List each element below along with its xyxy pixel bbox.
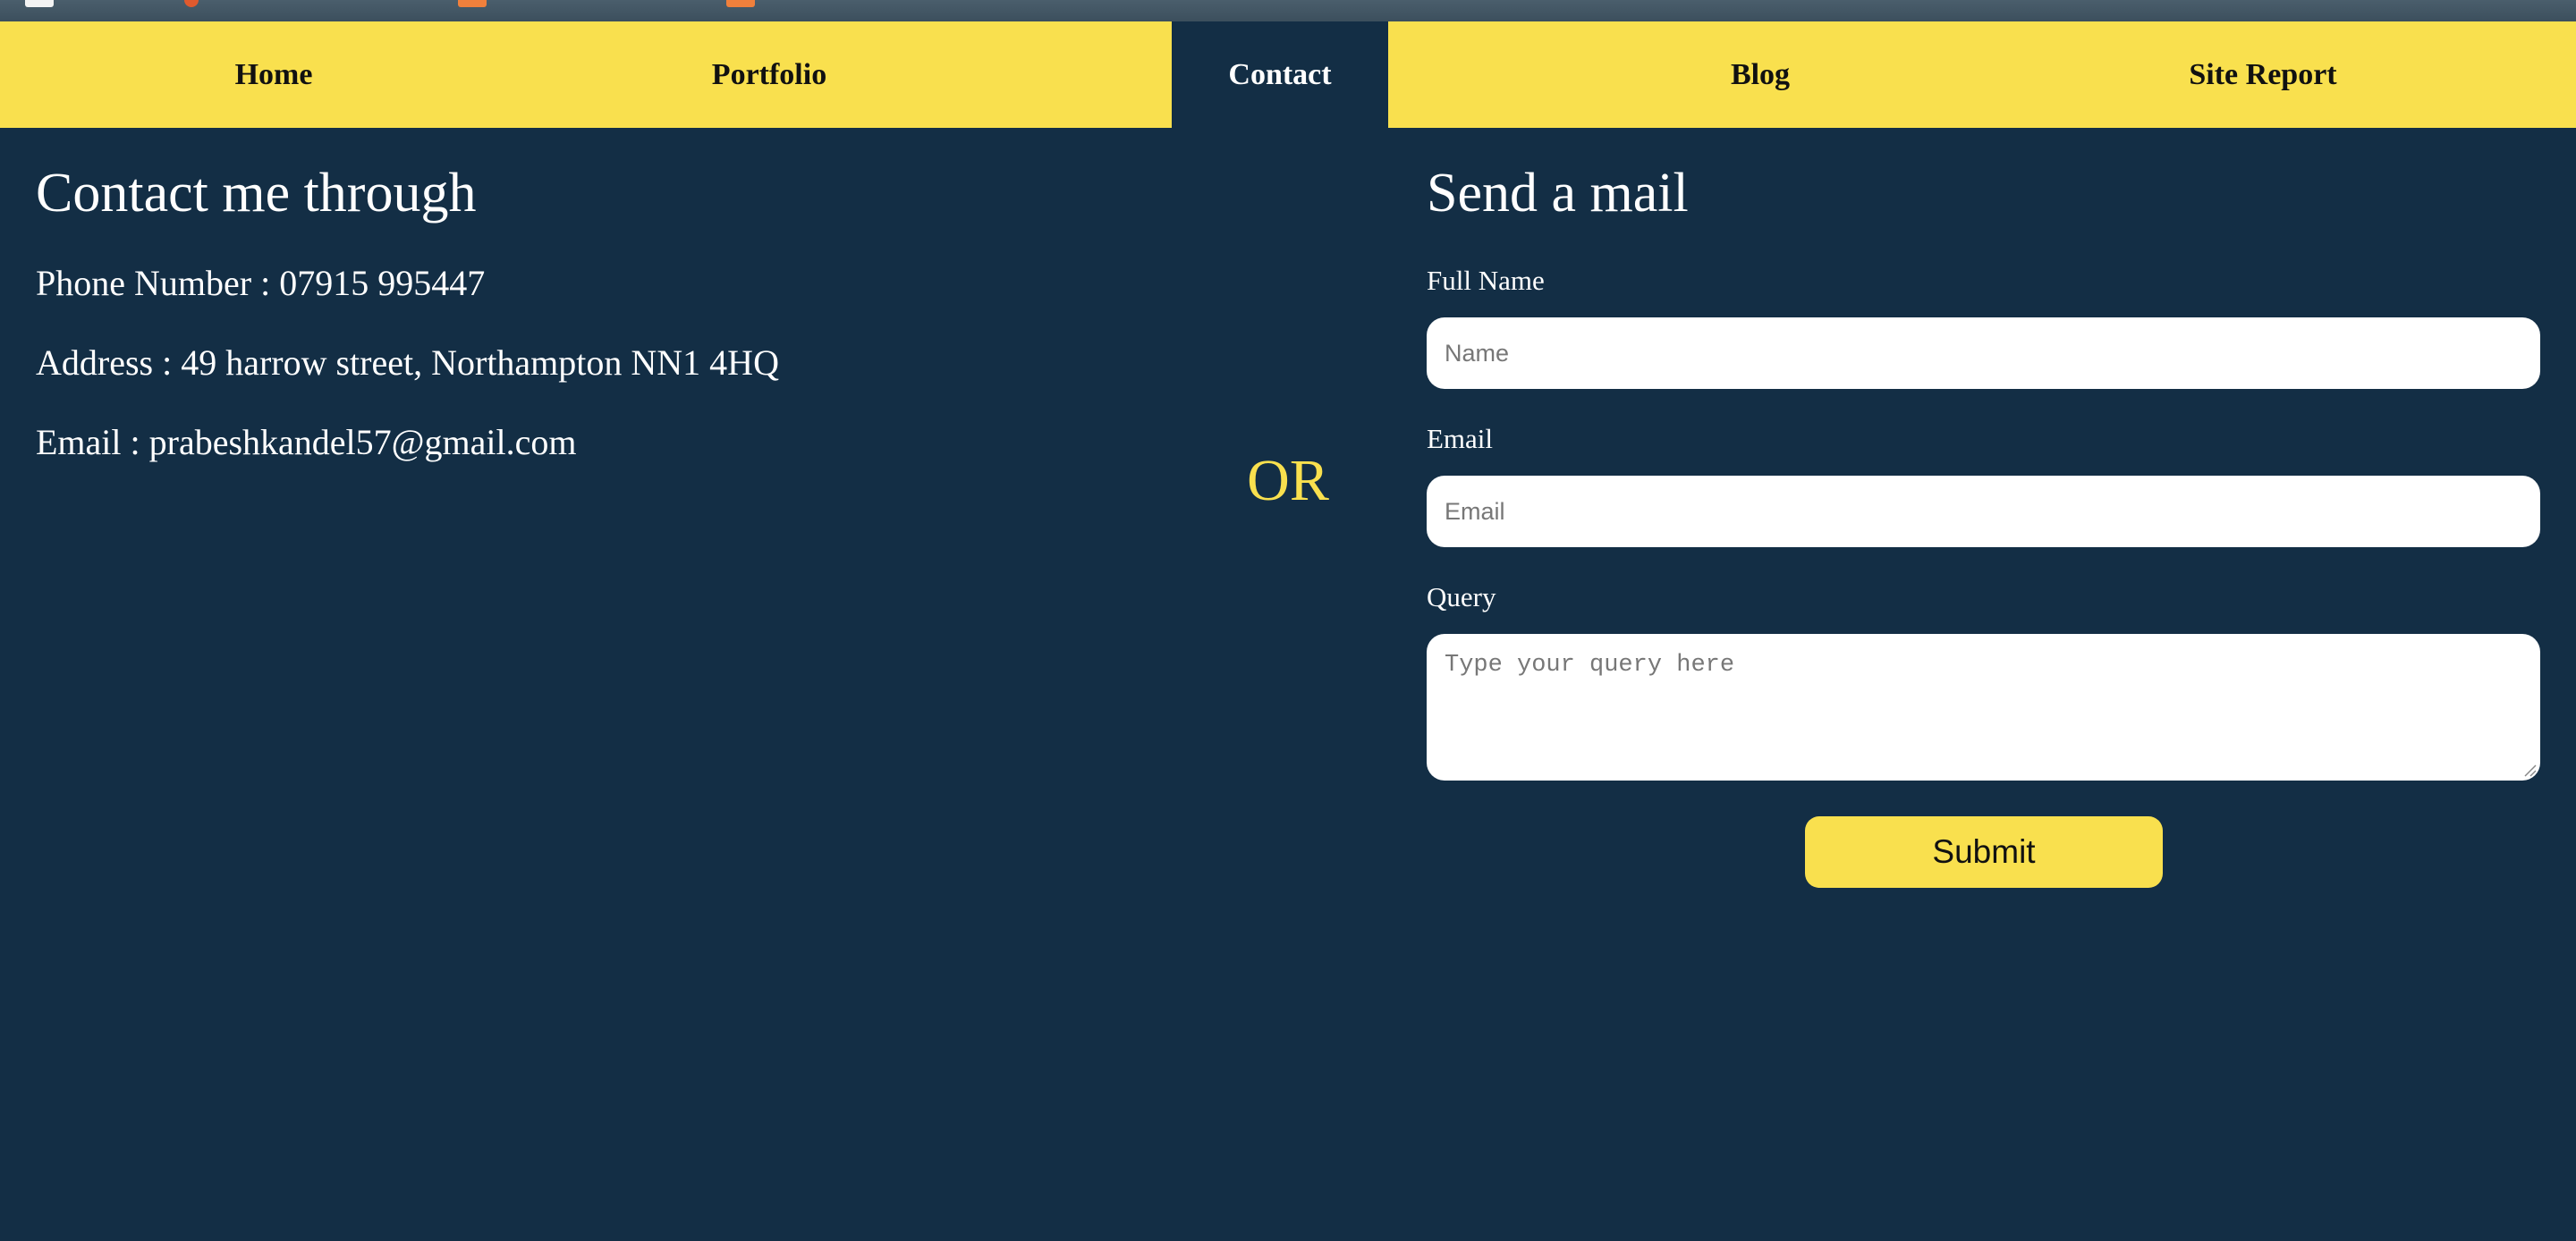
nav-link-home[interactable]: Home xyxy=(184,21,363,128)
full-name-label: Full Name xyxy=(1427,265,1545,296)
email-text: Email : prabeshkandel57@gmail.com xyxy=(36,422,577,462)
bookmark-icon[interactable] xyxy=(726,0,755,7)
nav-link-contact[interactable]: Contact xyxy=(1172,21,1388,128)
query-label: Query xyxy=(1427,581,1496,612)
nav-link-site-report[interactable]: Site Report xyxy=(2129,21,2397,128)
email-input[interactable]: Email xyxy=(1427,476,2540,547)
mail-form-title: Send a mail xyxy=(1427,163,1689,224)
submit-button[interactable]: Submit xyxy=(1805,816,2163,888)
phone-number-text: Phone Number : 07915 995447 xyxy=(36,263,486,303)
query-textarea[interactable]: Type your query here xyxy=(1427,634,2540,781)
bookmark-icon[interactable] xyxy=(25,0,54,7)
resize-grip-icon[interactable] xyxy=(2522,763,2537,777)
or-divider: OR xyxy=(1247,448,1329,513)
address-text: Address : 49 harrow street, Northampton … xyxy=(36,342,779,383)
email-label: Email xyxy=(1427,423,1494,454)
contact-title: Contact me through xyxy=(36,163,477,224)
bookmark-icon[interactable] xyxy=(184,0,199,7)
full-name-input[interactable]: Name xyxy=(1427,317,2540,389)
nav-link-portfolio[interactable]: Portfolio xyxy=(662,21,877,128)
query-placeholder: Type your query here xyxy=(1445,652,1735,679)
bookmarks-bar xyxy=(0,0,2576,21)
nav-link-blog[interactable]: Blog xyxy=(1671,21,1850,128)
bookmark-icon[interactable] xyxy=(458,0,487,7)
navbar: Home Portfolio Contact Blog Site Report xyxy=(0,21,2576,128)
